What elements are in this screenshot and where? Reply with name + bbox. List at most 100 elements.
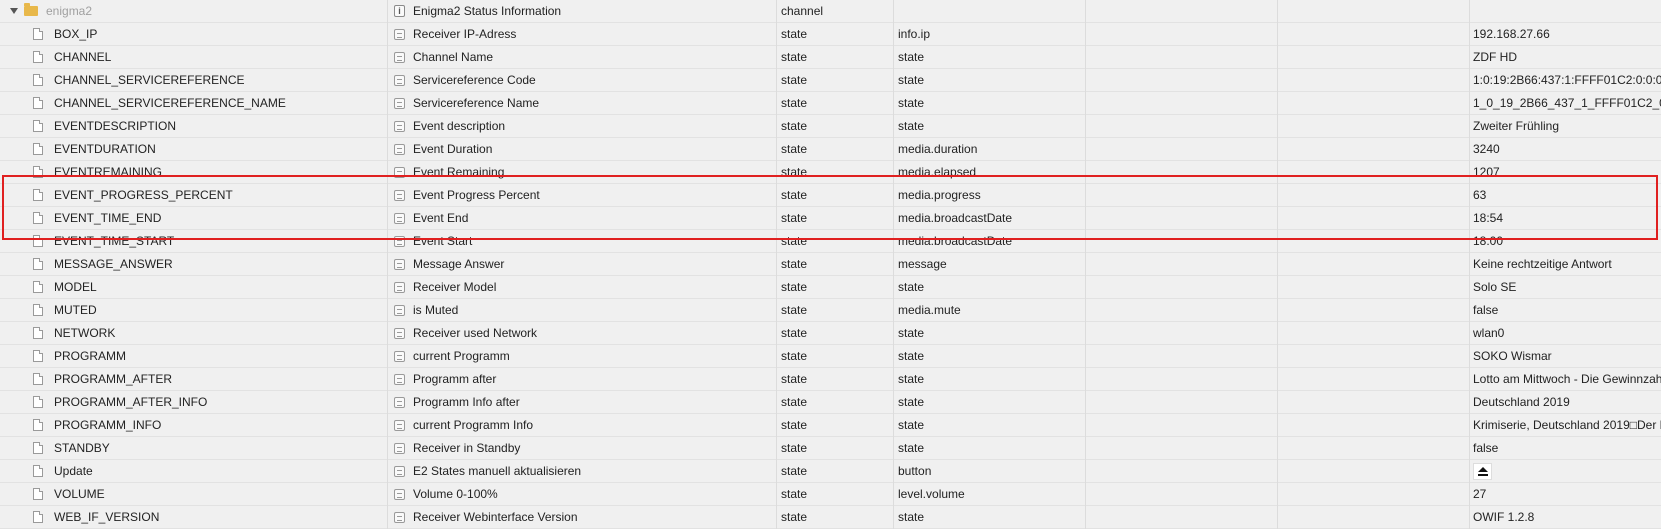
object-value[interactable]: OWIF 1.2.8 [1470, 506, 1661, 529]
object-description: current Programm Info [413, 418, 534, 432]
state-icon [394, 489, 405, 500]
object-type: state [777, 23, 894, 46]
object-description: Enigma2 Status Information [413, 4, 562, 18]
file-icon [33, 212, 43, 224]
tree-row[interactable]: VOLUME Volume 0-100% state level.volume 27 [0, 483, 1661, 506]
empty-cell [1086, 322, 1278, 345]
object-type: state [777, 92, 894, 115]
tree-row[interactable]: CHANNEL_SERVICEREFERENCE_NAME Servicerefe… [0, 92, 1661, 115]
tree-row[interactable]: CHANNEL Channel Name state state ZDF HD [0, 46, 1661, 69]
file-icon [33, 28, 43, 40]
object-name: CHANNEL_SERVICEREFERENCE_NAME [54, 96, 286, 110]
empty-cell [1278, 391, 1470, 414]
object-value[interactable]: Keine rechtzeitige Antwort [1470, 253, 1661, 276]
file-icon [33, 373, 43, 385]
empty-cell [1278, 46, 1470, 69]
channel-icon: i [394, 5, 405, 17]
object-value[interactable]: Solo SE [1470, 276, 1661, 299]
state-icon [394, 305, 405, 316]
object-value[interactable]: 192.168.27.66 [1470, 23, 1661, 46]
tree-row[interactable]: PROGRAMM current Programm state state SOKO W… [0, 345, 1661, 368]
file-icon [33, 488, 43, 500]
empty-cell [1086, 391, 1278, 414]
name-cell: NETWORK [0, 322, 388, 345]
tree-row[interactable]: BOX_IP Receiver IP-Adress state info.ip 192.… [0, 23, 1661, 46]
empty-cell [1278, 0, 1470, 23]
tree-row[interactable]: Update E2 States manuell aktualisieren sta… [0, 460, 1661, 483]
object-description: Message Answer [413, 257, 505, 271]
name-cell: EVENT_TIME_END [0, 207, 388, 230]
empty-cell [1086, 253, 1278, 276]
object-description: Programm Info after [413, 395, 520, 409]
tree-row[interactable]: EVENT_TIME_START Event Start state media.br… [0, 230, 1661, 253]
empty-cell [1086, 414, 1278, 437]
object-name: PROGRAMM_AFTER [54, 372, 173, 386]
object-value[interactable]: Deutschland 2019 [1470, 391, 1661, 414]
object-value[interactable]: 1207 [1470, 161, 1661, 184]
empty-cell [1086, 138, 1278, 161]
object-type: state [777, 230, 894, 253]
object-role: media.duration [894, 138, 1086, 161]
tree-row[interactable]: WEB_IF_VERSION Receiver Webinterface Vers… [0, 506, 1661, 529]
tree-row[interactable]: NETWORK Receiver used Network state state wl… [0, 322, 1661, 345]
object-value[interactable]: wlan0 [1470, 322, 1661, 345]
object-value[interactable]: 63 [1470, 184, 1661, 207]
tree-row[interactable]: EVENT_PROGRESS_PERCENT Event Progress Per… [0, 184, 1661, 207]
tree-row[interactable]: EVENTREMAINING Event Remaining state media.… [0, 161, 1661, 184]
empty-cell [1086, 23, 1278, 46]
state-icon [394, 167, 405, 178]
tree-row[interactable]: MODEL Receiver Model state state Solo SE [0, 276, 1661, 299]
tree-row[interactable]: EVENT_TIME_END Event End state media.broadc… [0, 207, 1661, 230]
object-value[interactable]: 1_0_19_2B66_437_1_FFFF01C2_0_0_0 [1470, 92, 1661, 115]
description-cell: Event Progress Percent [388, 184, 777, 207]
tree-row[interactable]: PROGRAMM_AFTER_INFO Programm Info after st… [0, 391, 1661, 414]
empty-cell [1278, 230, 1470, 253]
description-cell: Servicereference Name [388, 92, 777, 115]
object-value[interactable]: false [1470, 299, 1661, 322]
file-icon [33, 304, 43, 316]
name-cell: CHANNEL [0, 46, 388, 69]
object-value[interactable]: 3240 [1470, 138, 1661, 161]
tree-row[interactable]: PROGRAMM_INFO current Programm Info state s… [0, 414, 1661, 437]
object-value[interactable]: Lotto am Mittwoch - Die Gewinnzahl [1470, 368, 1661, 391]
object-name: EVENT_TIME_END [54, 211, 162, 225]
object-value[interactable]: Zweiter Frühling [1470, 115, 1661, 138]
tree-row[interactable]: MUTED is Muted state media.mute false [0, 299, 1661, 322]
empty-cell [1086, 115, 1278, 138]
tree-row[interactable]: MESSAGE_ANSWER Message Answer state message… [0, 253, 1661, 276]
tree-row-enigma2[interactable]: enigma2 i Enigma2 Status Information cha… [0, 0, 1661, 23]
object-name: PROGRAMM_INFO [54, 418, 162, 432]
description-cell: Event End [388, 207, 777, 230]
state-icon [394, 190, 405, 201]
object-type: state [777, 414, 894, 437]
tree-row[interactable]: PROGRAMM_AFTER Programm after state state Lo… [0, 368, 1661, 391]
state-icon [394, 351, 405, 362]
state-icon [394, 121, 405, 132]
object-value[interactable]: Krimiserie, Deutschland 2019□Der P [1470, 414, 1661, 437]
empty-cell [1086, 506, 1278, 529]
object-value[interactable]: 18:00 [1470, 230, 1661, 253]
name-cell: EVENTDESCRIPTION [0, 115, 388, 138]
object-role: media.elapsed [894, 161, 1086, 184]
tree-row[interactable]: EVENTDURATION Event Duration state media.du… [0, 138, 1661, 161]
eject-icon[interactable] [1473, 463, 1492, 480]
object-value[interactable]: SOKO Wismar [1470, 345, 1661, 368]
collapse-arrow-icon[interactable] [10, 8, 18, 14]
object-name: WEB_IF_VERSION [54, 510, 160, 524]
object-value[interactable]: 18:54 [1470, 207, 1661, 230]
object-name: enigma2 [46, 4, 93, 18]
object-type: state [777, 69, 894, 92]
object-value[interactable]: false [1470, 437, 1661, 460]
tree-row[interactable]: CHANNEL_SERVICEREFERENCE Servicereference… [0, 69, 1661, 92]
object-value[interactable]: ZDF HD [1470, 46, 1661, 69]
object-type: state [777, 345, 894, 368]
tree-row[interactable]: EVENTDESCRIPTION Event description state st… [0, 115, 1661, 138]
object-role: state [894, 115, 1086, 138]
object-value[interactable]: 27 [1470, 483, 1661, 506]
object-value[interactable]: 1:0:19:2B66:437:1:FFFF01C2:0:0:0: [1470, 69, 1661, 92]
object-role: state [894, 46, 1086, 69]
tree-row[interactable]: STANDBY Receiver in Standby state state fals… [0, 437, 1661, 460]
object-name: EVENTREMAINING [54, 165, 163, 179]
object-description: Receiver used Network [413, 326, 538, 340]
name-cell: CHANNEL_SERVICEREFERENCE_NAME [0, 92, 388, 115]
